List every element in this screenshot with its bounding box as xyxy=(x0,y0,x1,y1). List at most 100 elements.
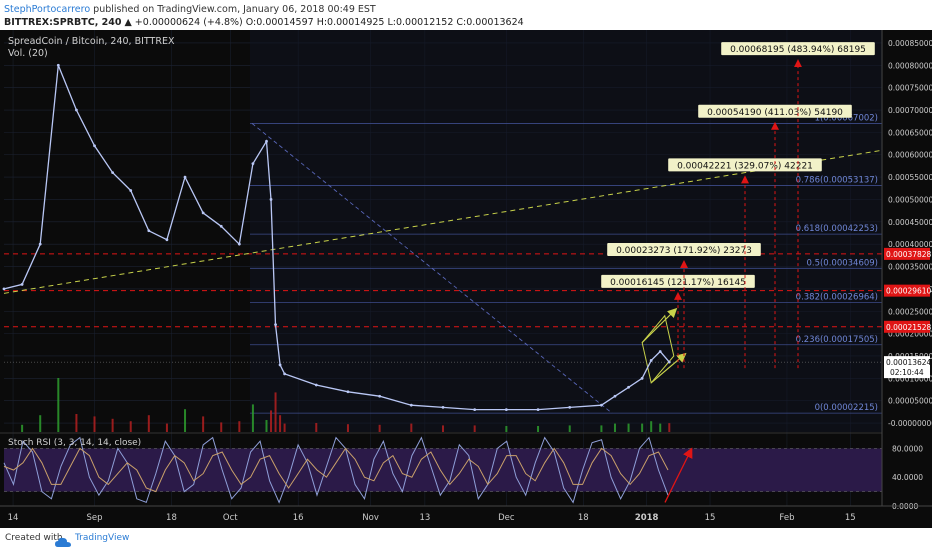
volume-bar xyxy=(184,409,187,432)
price-point xyxy=(278,363,282,367)
y-tick-label: 0.00050000 xyxy=(888,195,932,204)
volume-bar xyxy=(251,404,254,432)
price-point xyxy=(274,323,277,327)
price-point xyxy=(251,162,255,166)
price-change: ▲ +0.00000624 (+4.8%) xyxy=(124,17,243,28)
publish-date: published on TradingView.com, January 06… xyxy=(93,4,376,15)
volume-bar xyxy=(265,420,268,432)
volume-bar xyxy=(21,424,24,432)
price-point xyxy=(75,108,78,112)
fib-level-label: 0.236(0.00017505) xyxy=(796,335,878,345)
price-point xyxy=(201,211,205,215)
price-point xyxy=(627,385,630,389)
volume-bar xyxy=(75,414,78,432)
price-point xyxy=(649,359,653,362)
publish-info: StephPortocarrero published on TradingVi… xyxy=(4,4,376,15)
price-point xyxy=(613,394,617,398)
last-price-label: 0.00013624 xyxy=(886,358,932,367)
y-tick-label: 0.00065000 xyxy=(888,128,932,137)
price-point xyxy=(147,229,151,233)
volume-bar xyxy=(270,410,273,432)
price-point xyxy=(269,198,273,201)
volume-bar xyxy=(279,415,282,432)
tradingview-link[interactable]: TradingView xyxy=(75,533,129,543)
resistance-tag-label: 0.00021528 xyxy=(886,323,932,332)
countdown-label: 02:10:44 xyxy=(890,368,924,377)
volume-bar xyxy=(600,425,603,432)
x-tick-label: Sep xyxy=(86,513,102,523)
author-link[interactable]: StephPortocarrero xyxy=(4,4,90,15)
volume-bar xyxy=(668,423,671,432)
y-tick-label: 0.00070000 xyxy=(888,106,932,115)
volume-bar xyxy=(315,423,318,432)
ohlc-values: O:0.00014597 H:0.00014925 L:0.00012152 C… xyxy=(245,17,524,28)
target-label: 0.00068195 (483.94%) 68195 xyxy=(730,45,866,55)
y-tick-label: 0.00035000 xyxy=(888,263,932,272)
volume-bar xyxy=(346,424,349,432)
volume-bar xyxy=(505,426,508,432)
x-tick-label: 18 xyxy=(166,513,177,523)
price-point xyxy=(165,238,169,242)
y-tick-label: 0.00085000 xyxy=(888,39,932,48)
volume-bar xyxy=(650,421,653,432)
x-tick-label: 2018 xyxy=(635,513,659,523)
stoch-tick-label: 40.0000 xyxy=(892,473,923,482)
price-point xyxy=(314,383,318,387)
price-point xyxy=(237,242,241,246)
price-point xyxy=(640,376,644,380)
volume-bar xyxy=(220,422,223,432)
volume-bar xyxy=(39,415,42,432)
x-tick-label: 15 xyxy=(705,513,716,523)
volume-bar xyxy=(283,423,286,432)
fib-level-label: 0.5(0.00034609) xyxy=(806,258,878,268)
price-point xyxy=(409,403,413,407)
volume-bar xyxy=(613,423,616,432)
price-point xyxy=(658,350,662,353)
x-tick-label: Feb xyxy=(779,513,794,523)
x-tick-label: 16 xyxy=(293,513,304,523)
y-tick-label: 0.00055000 xyxy=(888,173,932,182)
resistance-tag-label: 0.00029610 xyxy=(886,287,932,296)
volume-bar xyxy=(57,378,60,432)
price-point xyxy=(219,224,223,228)
target-label: 0.00016145 (121.17%) 16145 xyxy=(610,278,746,288)
stoch-title: Stoch RSI (3, 3, 14, 14, close) xyxy=(8,438,141,448)
price-point xyxy=(283,372,286,376)
y-tick-label: 0.00005000 xyxy=(888,397,932,406)
chart-area[interactable]: 1(0.00067002) 0.786(0.00053137) 0.618(0.00… xyxy=(0,30,932,528)
stoch-tick-label: 80.0000 xyxy=(892,444,923,453)
fib-level-label: 0.786(0.00053137) xyxy=(796,175,878,185)
volume-bar xyxy=(473,425,476,432)
target-label: 0.00023273 (171.92%) 23273 xyxy=(616,246,752,256)
price-point xyxy=(378,394,382,398)
volume-bar xyxy=(641,423,644,432)
fib-zone xyxy=(250,30,882,432)
x-tick-label: Dec xyxy=(498,513,515,523)
price-point xyxy=(504,408,508,412)
y-tick-label: -0.00000000 xyxy=(888,419,932,428)
y-tick-label: 0.00040000 xyxy=(888,240,932,249)
publish-header: StephPortocarrero published on TradingVi… xyxy=(0,0,932,30)
y-tick-label: 0.00075000 xyxy=(888,84,932,93)
y-tick-label: 0.00025000 xyxy=(888,307,932,316)
x-tick-label: Nov xyxy=(362,513,379,523)
symbol-quote: BITTREX:SPRBTC, 240 ▲ +0.00000624 (+4.8%… xyxy=(4,17,524,28)
price-point xyxy=(38,242,42,246)
chart-canvas[interactable]: 1(0.00067002)0.786(0.00053137)0.618(0.00… xyxy=(0,30,932,528)
volume-bar xyxy=(537,426,540,432)
price-point xyxy=(346,390,350,394)
x-tick-label: Oct xyxy=(223,513,238,523)
price-point xyxy=(600,403,603,407)
volume-label: Vol. (20) xyxy=(8,48,48,59)
target-label: 0.00054190 (411.03%) 54190 xyxy=(707,108,843,118)
chart-title: SpreadCoin / Bitcoin, 240, BITTREX xyxy=(8,36,175,47)
price-point xyxy=(473,408,477,412)
volume-bar xyxy=(238,421,241,432)
price-point xyxy=(93,144,96,148)
volume-bar xyxy=(378,424,381,432)
price-point xyxy=(20,283,24,286)
resistance-tag-label: 0.00037828 xyxy=(886,250,932,259)
volume-bar xyxy=(410,423,413,432)
fib-level-label: 0.618(0.00042253) xyxy=(796,224,878,234)
tradingview-cloud-icon xyxy=(55,533,71,552)
